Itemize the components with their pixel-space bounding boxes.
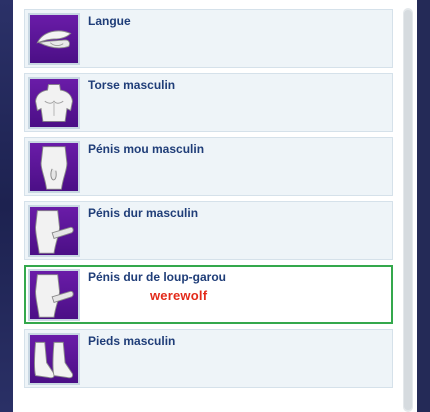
item-label: Pénis dur de loup-garou: [88, 270, 227, 284]
list-item-langue[interactable]: Langue: [24, 9, 393, 68]
werewolf-tag: werewolf: [150, 288, 208, 303]
item-label: Torse masculin: [88, 78, 176, 92]
background-strip: [0, 0, 13, 412]
werewolf-penis-icon: [28, 269, 80, 321]
list-item-penis-mou-masculin[interactable]: Pénis mou masculin: [24, 137, 393, 196]
list-item-torse-masculin[interactable]: Torse masculin: [24, 73, 393, 132]
item-label: Pénis mou masculin: [88, 142, 205, 156]
feet-icon: [28, 333, 80, 385]
scrollbar-thumb[interactable]: [404, 10, 412, 410]
list-item-penis-dur-loup-garou[interactable]: Pénis dur de loup-garou werewolf: [24, 265, 393, 324]
item-label: Pénis dur masculin: [88, 206, 199, 220]
torso-icon: [28, 77, 80, 129]
item-label: Pieds masculin: [88, 334, 176, 348]
tongue-icon: [28, 13, 80, 65]
hard-penis-icon: [28, 205, 80, 257]
list-item-pieds-masculin[interactable]: Pieds masculin: [24, 329, 393, 388]
part-list-panel: Langue Torse masculin Pénis mou masculin…: [13, 0, 417, 412]
scrollbar-track[interactable]: [403, 8, 413, 412]
list-item-penis-dur-masculin[interactable]: Pénis dur masculin: [24, 201, 393, 260]
soft-penis-icon: [28, 141, 80, 193]
item-label: Langue: [88, 14, 131, 28]
